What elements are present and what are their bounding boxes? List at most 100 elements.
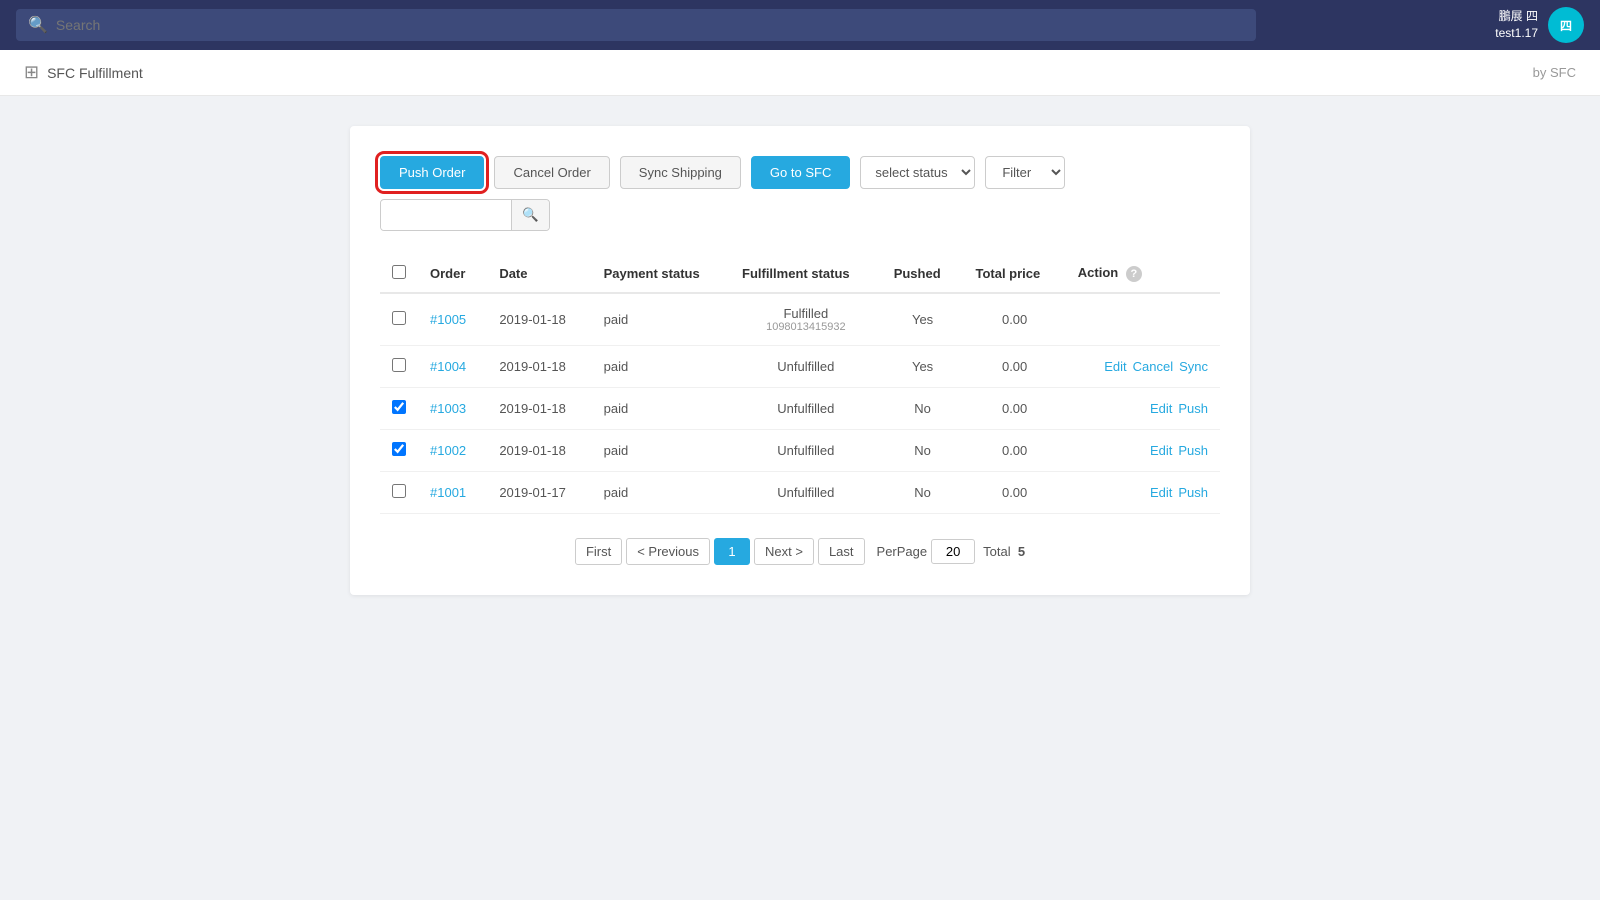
fulfillment-tracking: 1098013415932 xyxy=(742,321,870,333)
table-row: #10032019-01-18paidUnfulfilledNo0.00Edit… xyxy=(380,388,1220,430)
col-fulfillment-status: Fulfillment status xyxy=(730,255,882,293)
row-checkbox-3[interactable] xyxy=(392,400,406,414)
total-label: Total 5 xyxy=(983,544,1025,559)
total-price: 0.00 xyxy=(963,388,1065,430)
action-edit-#1004[interactable]: Edit xyxy=(1104,359,1126,374)
main-card: Push Order Cancel Order Sync Shipping Go… xyxy=(350,126,1250,595)
last-page-button[interactable]: Last xyxy=(818,538,865,565)
per-page-label: PerPage xyxy=(877,544,928,559)
avatar[interactable]: 四 xyxy=(1548,7,1584,43)
order-link-#1005[interactable]: #1005 xyxy=(430,312,466,327)
breadcrumb-label: SFC Fulfillment xyxy=(47,65,143,81)
table-row: #10022019-01-18paidUnfulfilledNo0.00Edit… xyxy=(380,430,1220,472)
breadcrumb-bar: ⊞ SFC Fulfillment by SFC xyxy=(0,50,1600,96)
user-name: 鵬展 四 xyxy=(1495,8,1538,25)
filter-search-button[interactable]: 🔍 xyxy=(511,200,549,230)
col-payment-status: Payment status xyxy=(592,255,730,293)
payment-status: paid xyxy=(592,472,730,514)
total-price: 0.00 xyxy=(963,472,1065,514)
table-row: #10042019-01-18paidUnfulfilledYes0.00Edi… xyxy=(380,346,1220,388)
grid-icon: ⊞ xyxy=(24,62,39,83)
search-input[interactable] xyxy=(56,17,1244,33)
table-row: #1005 2019-01-18paidFulfilled109801341593… xyxy=(380,293,1220,346)
pushed-status: No xyxy=(882,430,964,472)
order-date: 2019-01-18 xyxy=(487,346,591,388)
user-area: 鵬展 四 test1.17 四 xyxy=(1495,7,1584,43)
action-cell: Edit Push xyxy=(1066,388,1220,430)
fulfillment-status: Unfulfilled xyxy=(730,472,882,514)
action-help-icon[interactable]: ? xyxy=(1126,266,1142,282)
user-info: 鵬展 四 test1.17 xyxy=(1495,8,1538,42)
order-link-#1003[interactable]: #1003 xyxy=(430,401,466,416)
filter-select[interactable]: Filter Order Date xyxy=(985,156,1065,189)
row-checkbox-1[interactable] xyxy=(392,311,406,325)
pagination: First < Previous 1 Next > Last PerPage T… xyxy=(380,538,1220,565)
fulfillment-status: Unfulfilled xyxy=(730,388,882,430)
order-link-#1002[interactable]: #1002 xyxy=(430,443,466,458)
fulfillment-status: Unfulfilled xyxy=(730,430,882,472)
pushed-status: No xyxy=(882,472,964,514)
sync-shipping-button[interactable]: Sync Shipping xyxy=(620,156,741,189)
next-page-button[interactable]: Next > xyxy=(754,538,814,565)
fulfillment-status: Unfulfilled xyxy=(730,346,882,388)
status-select[interactable]: select status Fulfilled Unfulfilled Pend… xyxy=(860,156,975,189)
prev-page-button[interactable]: < Previous xyxy=(626,538,710,565)
payment-status: paid xyxy=(592,430,730,472)
row-checkbox-4[interactable] xyxy=(392,442,406,456)
payment-status: paid xyxy=(592,346,730,388)
cancel-order-button[interactable]: Cancel Order xyxy=(494,156,609,189)
order-link-#1001[interactable]: #1001 xyxy=(430,485,466,500)
main-content: Push Order Cancel Order Sync Shipping Go… xyxy=(0,96,1600,625)
row-checkbox-5[interactable] xyxy=(392,484,406,498)
search-box[interactable]: 🔍 xyxy=(16,9,1256,41)
select-all-checkbox[interactable] xyxy=(392,265,406,279)
breadcrumb-left: ⊞ SFC Fulfillment xyxy=(24,62,143,83)
top-navigation: 🔍 鵬展 四 test1.17 四 xyxy=(0,0,1600,50)
action-push-#1002[interactable]: Push xyxy=(1178,443,1208,458)
action-cell: Edit Cancel Sync xyxy=(1066,346,1220,388)
action-cell: Edit Push xyxy=(1066,430,1220,472)
total-price: 0.00 xyxy=(963,293,1065,346)
page-1-button[interactable]: 1 xyxy=(714,538,750,565)
payment-status: paid xyxy=(592,388,730,430)
action-edit-#1001[interactable]: Edit xyxy=(1150,485,1172,500)
toolbar: Push Order Cancel Order Sync Shipping Go… xyxy=(380,156,1220,231)
action-push-#1003[interactable]: Push xyxy=(1178,401,1208,416)
order-date: 2019-01-18 xyxy=(487,293,591,346)
total-price: 0.00 xyxy=(963,430,1065,472)
action-cell xyxy=(1066,293,1220,346)
search-icon: 🔍 xyxy=(28,15,48,35)
order-date: 2019-01-17 xyxy=(487,472,591,514)
fulfillment-status: Fulfilled1098013415932 xyxy=(730,293,882,346)
col-pushed: Pushed xyxy=(882,255,964,293)
filter-search-input[interactable] xyxy=(381,201,511,230)
row-checkbox-2[interactable] xyxy=(392,358,406,372)
first-page-button[interactable]: First xyxy=(575,538,622,565)
action-cell: Edit Push xyxy=(1066,472,1220,514)
col-order: Order xyxy=(418,255,487,293)
search-filter-box[interactable]: 🔍 xyxy=(380,199,550,231)
payment-status: paid xyxy=(592,293,730,346)
action-push-#1001[interactable]: Push xyxy=(1178,485,1208,500)
by-sfc-label: by SFC xyxy=(1533,65,1576,80)
go-to-sfc-button[interactable]: Go to SFC xyxy=(751,156,850,189)
per-page-input[interactable] xyxy=(931,539,975,564)
col-action: Action ? xyxy=(1066,255,1220,293)
pushed-status: Yes xyxy=(882,293,964,346)
table-row: #10012019-01-17paidUnfulfilledNo0.00Edit… xyxy=(380,472,1220,514)
order-date: 2019-01-18 xyxy=(487,388,591,430)
order-date: 2019-01-18 xyxy=(487,430,591,472)
col-date: Date xyxy=(487,255,591,293)
action-cancel-#1004[interactable]: Cancel xyxy=(1133,359,1173,374)
pushed-status: Yes xyxy=(882,346,964,388)
order-link-#1004[interactable]: #1004 xyxy=(430,359,466,374)
action-edit-#1003[interactable]: Edit xyxy=(1150,401,1172,416)
user-id: test1.17 xyxy=(1495,25,1538,42)
col-total-price: Total price xyxy=(963,255,1065,293)
orders-table: Order Date Payment status Fulfillment st… xyxy=(380,255,1220,514)
total-price: 0.00 xyxy=(963,346,1065,388)
action-edit-#1002[interactable]: Edit xyxy=(1150,443,1172,458)
pushed-status: No xyxy=(882,388,964,430)
push-order-button[interactable]: Push Order xyxy=(380,156,484,189)
action-sync-#1004[interactable]: Sync xyxy=(1179,359,1208,374)
